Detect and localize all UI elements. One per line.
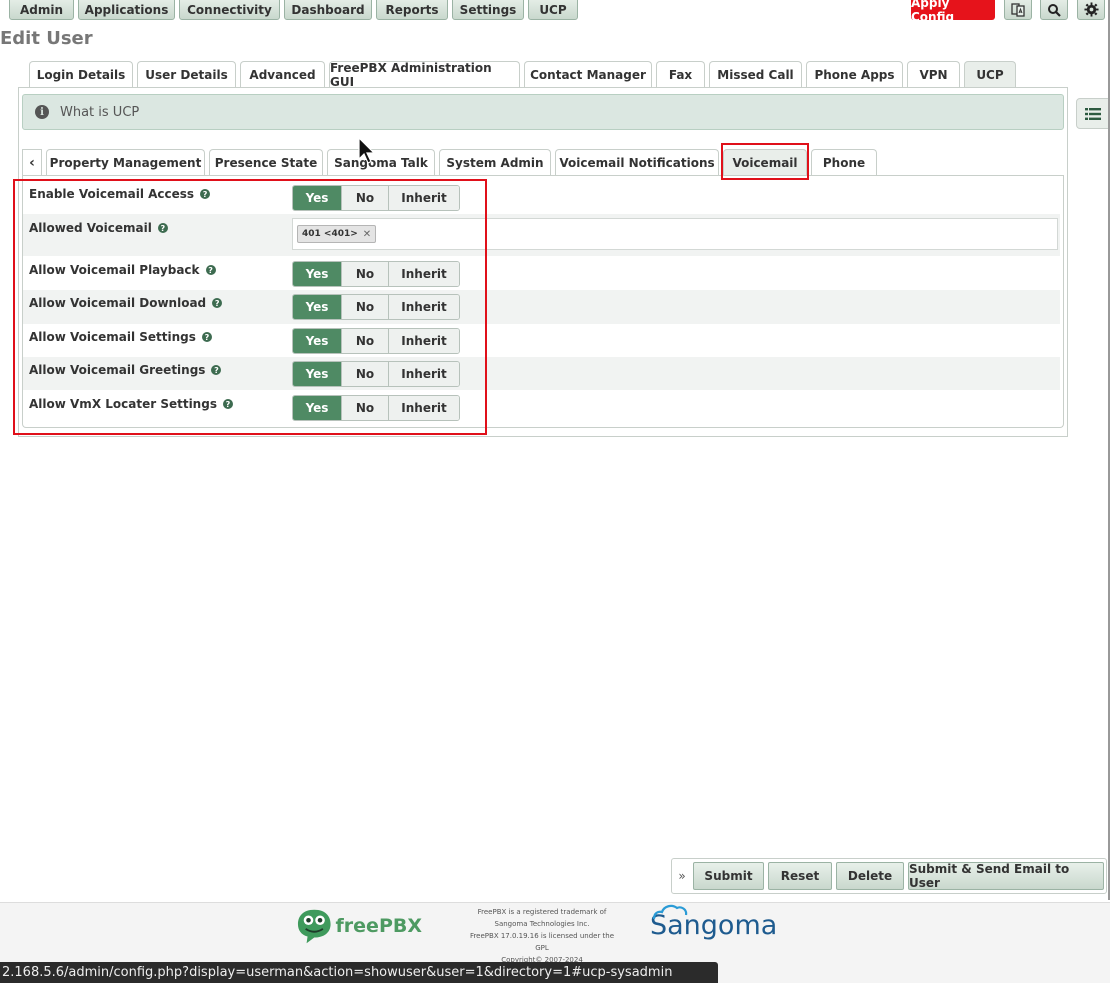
submit-send-email-button[interactable]: Submit & Send Email to User bbox=[908, 862, 1104, 890]
apply-config-button[interactable]: Apply Config bbox=[911, 0, 995, 24]
tab-contact-manager[interactable]: Contact Manager bbox=[524, 61, 652, 88]
tab-user-details[interactable]: User Details bbox=[137, 61, 236, 88]
page-title: Edit User bbox=[0, 28, 93, 49]
highlight-box-voicemail-tab bbox=[721, 143, 809, 180]
subtab-voicemail-notifications[interactable]: Voicemail Notifications bbox=[555, 149, 719, 176]
tab-freepbx-admin-gui[interactable]: FreePBX Administration GUI bbox=[329, 61, 520, 89]
legal-text: FreePBX is a registered trademark of San… bbox=[469, 908, 615, 964]
tab-missed-call[interactable]: Missed Call bbox=[709, 61, 802, 88]
top-navbar: Admin Applications Connectivity Dashboar… bbox=[0, 0, 1110, 24]
highlight-box-settings bbox=[13, 179, 487, 435]
sangoma-logo[interactable]: Sangoma bbox=[650, 904, 777, 941]
nav-ucp[interactable]: UCP bbox=[528, 0, 578, 20]
subtab-presence-state[interactable]: Presence State bbox=[209, 149, 323, 176]
subtab-system-admin[interactable]: System Admin bbox=[439, 149, 551, 176]
subtab-phone[interactable]: Phone bbox=[811, 149, 877, 176]
submit-button[interactable]: Submit bbox=[693, 862, 764, 890]
delete-button[interactable]: Delete bbox=[836, 862, 904, 890]
nav-reports[interactable]: Reports bbox=[376, 0, 448, 20]
nav-applications[interactable]: Applications bbox=[78, 0, 175, 20]
tabs-scroll-left-icon[interactable]: ‹ bbox=[22, 149, 42, 176]
subtab-sangoma-talk[interactable]: Sangoma Talk bbox=[327, 149, 435, 176]
nav-admin[interactable]: Admin bbox=[9, 0, 74, 20]
nav-settings[interactable]: Settings bbox=[452, 0, 524, 20]
tab-phone-apps[interactable]: Phone Apps bbox=[806, 61, 903, 88]
tab-vpn[interactable]: VPN bbox=[907, 61, 960, 88]
nav-connectivity[interactable]: Connectivity bbox=[179, 0, 280, 20]
info-text: What is UCP bbox=[60, 104, 140, 120]
status-bar-url: 2.168.5.6/admin/config.php?display=userm… bbox=[0, 962, 718, 983]
language-icon[interactable] bbox=[1004, 0, 1032, 20]
tab-advanced[interactable]: Advanced bbox=[240, 61, 325, 88]
search-icon[interactable] bbox=[1040, 0, 1068, 20]
subtab-property-management[interactable]: Property Management bbox=[46, 149, 205, 176]
info-bar[interactable]: i What is UCP bbox=[22, 94, 1064, 130]
reset-button[interactable]: Reset bbox=[768, 862, 832, 890]
tab-ucp[interactable]: UCP bbox=[964, 61, 1016, 88]
tab-fax[interactable]: Fax bbox=[656, 61, 705, 88]
gear-icon[interactable] bbox=[1077, 0, 1105, 20]
nav-dashboard[interactable]: Dashboard bbox=[284, 0, 372, 20]
expand-actions-icon[interactable]: » bbox=[674, 862, 690, 890]
info-icon: i bbox=[35, 105, 49, 119]
cloud-icon bbox=[652, 904, 688, 920]
tab-login-details[interactable]: Login Details bbox=[29, 61, 133, 88]
freepbx-frog-icon bbox=[297, 909, 331, 944]
freepbx-logo[interactable]: freePBX bbox=[297, 906, 422, 946]
mouse-cursor-icon bbox=[358, 137, 376, 164]
list-toggle-icon[interactable] bbox=[1076, 98, 1110, 129]
